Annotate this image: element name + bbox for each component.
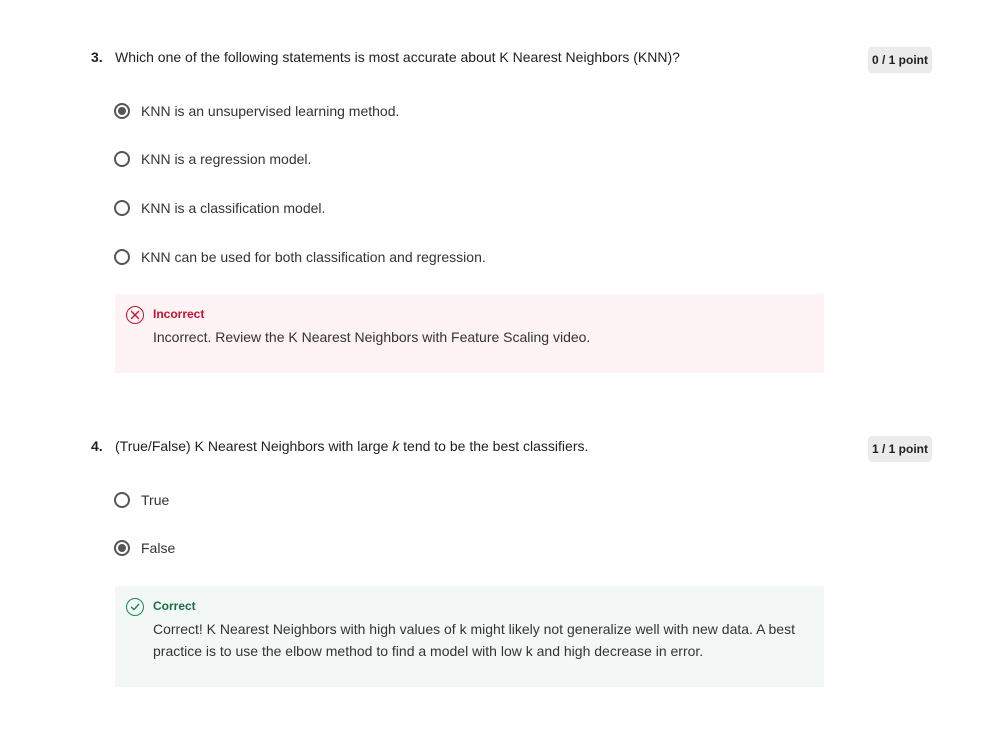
check-circle-icon [126,598,144,616]
question-text-part: (True/False) K Nearest Neighbors with la… [115,438,393,454]
radio-button[interactable] [114,200,130,216]
feedback-title: Incorrect [153,307,205,321]
option-label: True [141,492,170,508]
radio-button[interactable] [114,492,130,508]
points-badge: 1 / 1 point [868,436,932,462]
feedback-incorrect: Incorrect Incorrect. Review the K Neares… [115,294,824,373]
option-both[interactable]: KNN can be used for both classification … [114,247,486,267]
radio-button[interactable] [114,249,130,265]
option-label: KNN is a classification model. [141,200,326,216]
option-label: KNN is an unsupervised learning method. [141,103,400,119]
option-label: KNN is a regression model. [141,151,312,167]
radio-button-selected[interactable] [114,540,130,556]
question-number: 4. [91,438,103,454]
option-regression[interactable]: KNN is a regression model. [114,149,311,169]
option-true[interactable]: True [114,490,169,510]
question-number: 3. [91,49,103,65]
option-label: False [141,540,176,556]
option-classification[interactable]: KNN is a classification model. [114,198,325,218]
points-badge: 0 / 1 point [868,47,932,73]
option-false[interactable]: False [114,538,175,558]
x-circle-icon [126,306,144,324]
feedback-text: Incorrect. Review the K Nearest Neighbor… [153,329,591,345]
option-unsupervised[interactable]: KNN is an unsupervised learning method. [114,101,399,121]
question-prompt: Which one of the following statements is… [115,49,680,65]
feedback-title: Correct [153,599,196,613]
option-label: KNN can be used for both classification … [141,249,486,265]
question-text-part: tend to be the best classifiers. [399,438,589,454]
feedback-correct: Correct Correct! K Nearest Neighbors wit… [115,586,824,687]
feedback-text: Correct! K Nearest Neighbors with high v… [153,621,795,659]
radio-button-selected[interactable] [114,103,130,119]
question-prompt: (True/False) K Nearest Neighbors with la… [115,438,588,454]
radio-button[interactable] [114,151,130,167]
